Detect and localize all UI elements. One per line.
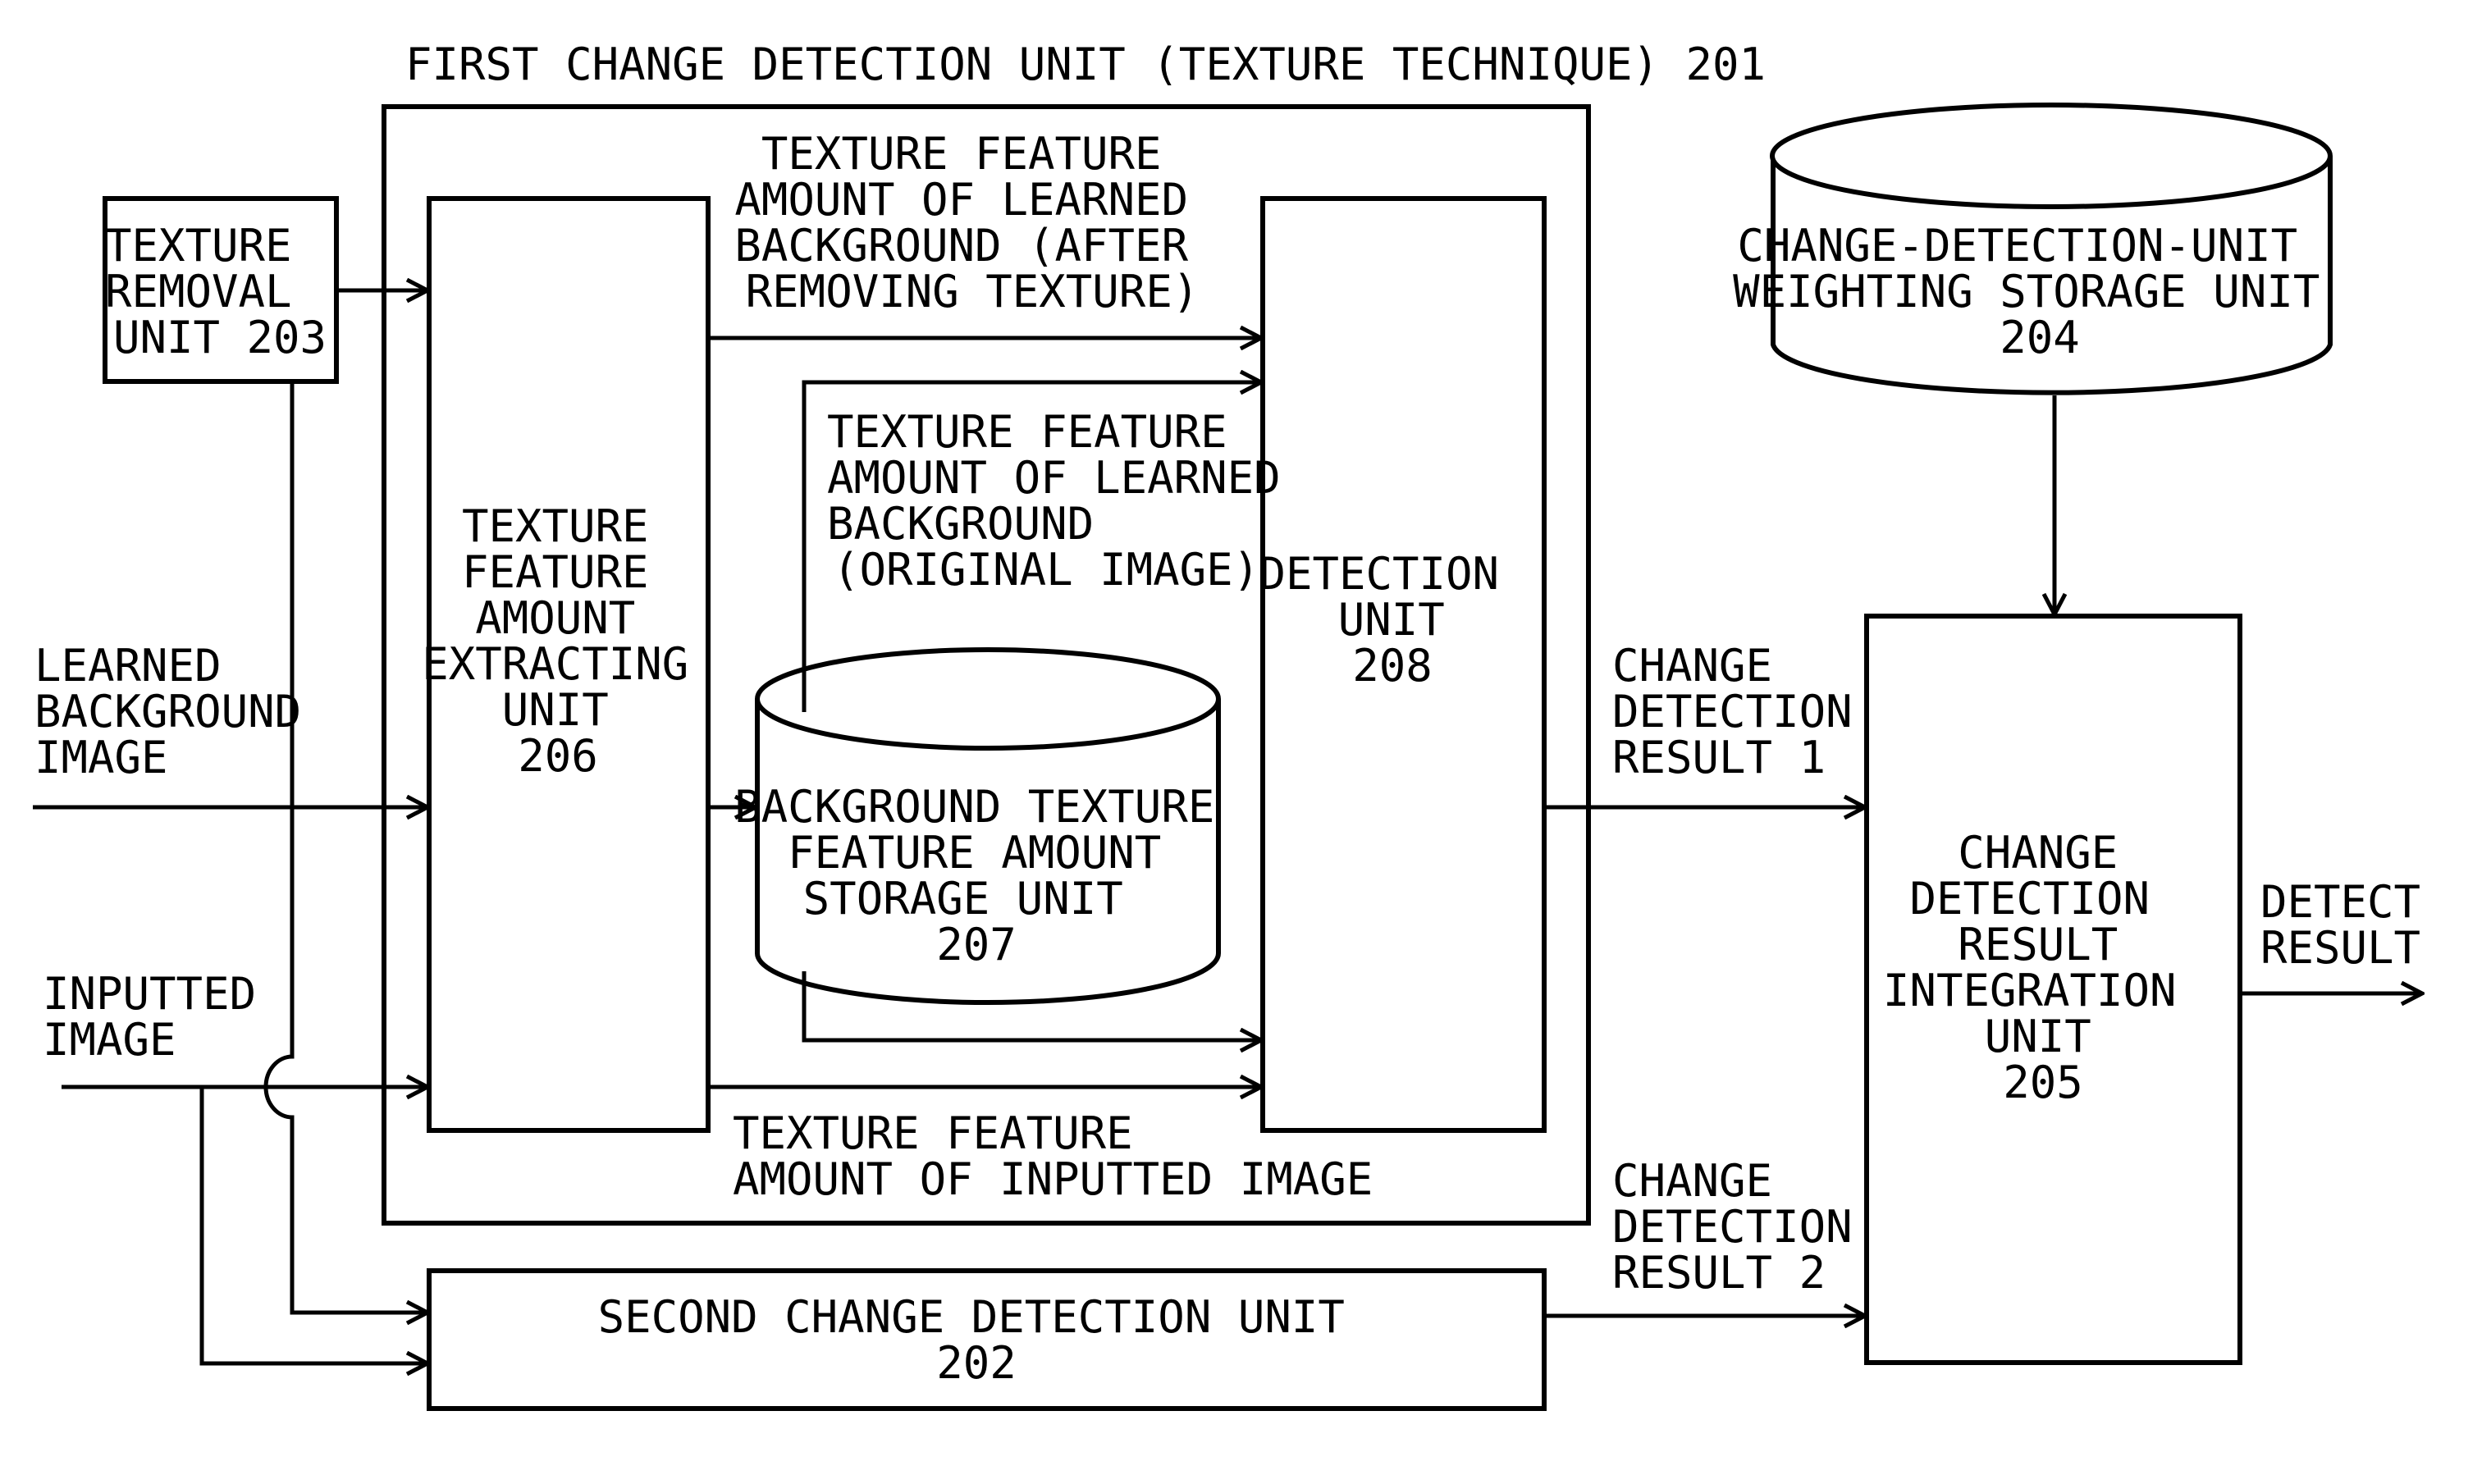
line-removal-to-second-unit <box>263 381 427 1313</box>
svg-text:TEXTURE REMOVAL UN: TEXTURE REMOVAL UNIT 203 <box>105 220 327 363</box>
extracting-line-5: UNIT <box>502 684 609 736</box>
texture-feature-extracting-unit: TEXTURE FEATURE AMOUNT EXTRACTING UNIT 2… <box>422 196 711 1133</box>
label-learned-bg-after-removal: TEXTURE FEATURE AMOUNT OF LEARNED BACKGR… <box>734 128 1214 317</box>
integration-line-1: CHANGE <box>1958 827 2118 879</box>
extracting-line-2: FEATURE <box>462 546 649 598</box>
bg-storage-line-3: STORAGE UNIT <box>803 873 1123 925</box>
background-texture-storage-unit: BACKGROUND TEXTURE FEATURE AMOUNT STORAG… <box>734 647 1221 1005</box>
second-unit-line-2: 202 <box>936 1337 1017 1389</box>
extracting-line-4: EXTRACTING <box>422 638 688 690</box>
label-learned-background-image: LEARNED BACKGROUND IMAGE <box>34 640 328 783</box>
detection-line-2: UNIT <box>1338 594 1445 646</box>
bg-storage-line-2: FEATURE AMOUNT <box>788 827 1161 879</box>
detection-line-1: DETECTION <box>1259 548 1499 600</box>
integration-line-3: RESULT <box>1958 919 2118 970</box>
block-diagram: FIRST CHANGE DETECTION UNIT (TEXTURE TEC… <box>33 39 2491 1411</box>
weighting-line-3: 204 <box>2000 312 2080 363</box>
integration-line-4: INTEGRATION <box>1883 965 2177 1016</box>
label-change-detection-result-2: CHANGE DETECTION RESULT 2 <box>1612 1155 1879 1299</box>
weighting-storage-unit: CHANGE-DETECTION-UNIT WEIGHTING STORAGE … <box>1733 103 2333 395</box>
detection-line-3: 208 <box>1352 640 1433 692</box>
integration-line-6: 205 <box>2003 1057 2083 1108</box>
first-unit-title: FIRST CHANGE DETECTION UNIT (TEXTURE TEC… <box>405 39 1766 90</box>
change-detection-result-integration-unit: CHANGE DETECTION RESULT INTEGRATION UNIT… <box>1864 614 2242 1365</box>
weighting-line-1: CHANGE-DETECTION-UNIT <box>1737 220 2297 272</box>
integration-line-5: UNIT <box>1985 1011 2091 1062</box>
extracting-line-1: TEXTURE <box>462 500 649 552</box>
label-change-detection-result-1: CHANGE DETECTION RESULT 1 <box>1612 640 1879 783</box>
texture-removal-unit: TEXTURE REMOVAL UNIT 203 <box>103 196 339 384</box>
label-learned-bg-original: TEXTURE FEATURE AMOUNT OF LEARNED BACKGR… <box>827 406 1307 596</box>
weighting-line-2: WEIGHTING STORAGE UNIT <box>1733 266 2320 317</box>
label-detect-result: DETECT RESULT <box>2260 876 2448 974</box>
detection-unit: DETECTION UNIT 208 <box>1259 196 1547 1133</box>
texture-removal-line-1: TEXTURE <box>105 220 292 272</box>
extracting-line-6: 206 <box>518 730 598 782</box>
second-unit-line-1: SECOND CHANGE DETECTION UNIT <box>598 1291 1345 1343</box>
bg-storage-line-4: 207 <box>936 919 1017 970</box>
integration-line-2: DETECTION <box>1909 873 2150 925</box>
extracting-line-3: AMOUNT <box>475 592 635 644</box>
second-change-detection-unit: SECOND CHANGE DETECTION UNIT 202 <box>427 1268 1547 1411</box>
label-inputted-image: INPUTTED IMAGE <box>43 968 283 1066</box>
texture-removal-line-3: UNIT 203 <box>113 312 327 363</box>
bg-storage-line-1: BACKGROUND TEXTURE <box>734 781 1214 833</box>
texture-removal-line-2: REMOVAL <box>105 266 292 317</box>
